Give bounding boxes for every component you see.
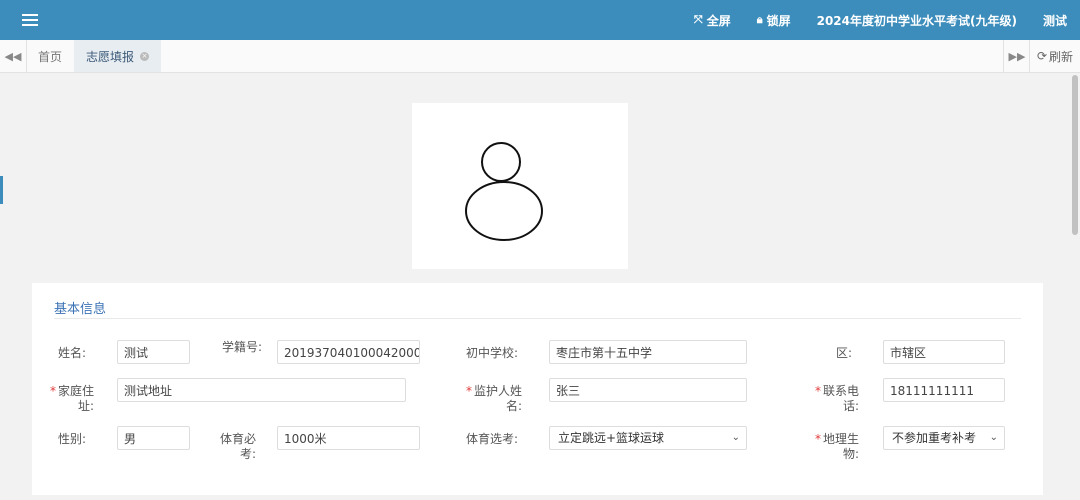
required-mark: * bbox=[814, 384, 821, 398]
address-label: * 家庭住址: bbox=[49, 384, 94, 413]
exam-title: 2024年度初中学业水平考试(九年级) bbox=[816, 13, 1017, 28]
side-indicator bbox=[0, 176, 3, 204]
geo-bio-select[interactable]: 不参加重考补考 ⌄ bbox=[883, 426, 1005, 450]
main-content: 基本信息 姓名: 测试 学籍号: 2019370401000420001 初中学… bbox=[0, 73, 1080, 500]
pe-elective-select[interactable]: 立定跳远+篮球运球 ⌄ bbox=[549, 426, 747, 450]
section-title: 基本信息 bbox=[54, 302, 107, 317]
fullscreen-button[interactable]: ⤧ 全屏 bbox=[681, 12, 744, 29]
top-nav: ⤧ 全屏 🔒︎ 锁屏 2024年度初中学业水平考试(九年级) 测试 bbox=[681, 0, 1080, 40]
gender-input[interactable]: 男 bbox=[117, 426, 190, 450]
chevron-down-icon: ⌄ bbox=[731, 432, 740, 443]
user-menu[interactable]: 测试 bbox=[1030, 12, 1080, 29]
phone-input[interactable]: 18111111111 bbox=[883, 378, 1005, 402]
geo-bio-label: * 地理生物: bbox=[814, 432, 859, 461]
tab-scroll-left-icon[interactable]: ◀◀ bbox=[0, 40, 27, 72]
school-input[interactable]: 枣庄市第十五中学 bbox=[549, 340, 747, 364]
pe-elective-label: 体育选考: bbox=[465, 432, 518, 446]
required-mark: * bbox=[49, 384, 56, 398]
address-input[interactable]: 测试地址 bbox=[117, 378, 406, 402]
gender-label: 性别: bbox=[57, 432, 86, 446]
basic-info-card: 基本信息 姓名: 测试 学籍号: 2019370401000420001 初中学… bbox=[32, 283, 1043, 495]
lock-icon: 🔒︎ bbox=[756, 13, 763, 26]
guardian-input[interactable]: 张三 bbox=[549, 378, 747, 402]
tab-scroll-right-icon[interactable]: ▶▶ bbox=[1003, 40, 1030, 72]
chevron-down-icon: ⌄ bbox=[989, 432, 998, 443]
scrollbar-thumb[interactable] bbox=[1072, 75, 1078, 235]
lock-screen-button[interactable]: 🔒︎ 锁屏 bbox=[744, 12, 804, 29]
phone-label: * 联系电话: bbox=[814, 384, 859, 413]
fullscreen-label: 全屏 bbox=[706, 13, 731, 28]
tab-home[interactable]: 首页 bbox=[26, 40, 74, 72]
section-divider bbox=[54, 318, 1021, 319]
refresh-button[interactable]: ⟳ 刷新 bbox=[1029, 40, 1080, 72]
pe-required-label: 体育必考: bbox=[219, 432, 256, 461]
district-label: 区: bbox=[835, 346, 852, 360]
student-id-input[interactable]: 2019370401000420001 bbox=[277, 340, 420, 364]
name-label: 姓名: bbox=[57, 346, 86, 360]
pe-required-input[interactable]: 1000米 bbox=[277, 426, 420, 450]
tab-volunteer[interactable]: 志愿填报 × bbox=[74, 40, 162, 72]
district-input[interactable]: 市辖区 bbox=[883, 340, 1005, 364]
refresh-icon: ⟳ bbox=[1036, 49, 1048, 63]
top-header: ⤧ 全屏 🔒︎ 锁屏 2024年度初中学业水平考试(九年级) 测试 bbox=[0, 0, 1080, 40]
name-input[interactable]: 测试 bbox=[117, 340, 190, 364]
vertical-scrollbar[interactable] bbox=[1070, 73, 1080, 500]
avatar-photo[interactable] bbox=[412, 103, 628, 269]
lock-label: 锁屏 bbox=[766, 13, 791, 28]
menu-toggle-icon[interactable] bbox=[18, 11, 42, 29]
guardian-label: * 监护人姓名: bbox=[465, 384, 522, 413]
school-label: 初中学校: bbox=[465, 346, 518, 360]
required-mark: * bbox=[465, 384, 472, 398]
tabs-bar: ◀◀ 首页 志愿填报 × ▶▶ ⟳ 刷新 bbox=[0, 40, 1080, 73]
student-id-label: 学籍号: bbox=[221, 340, 262, 354]
person-icon bbox=[465, 142, 543, 241]
expand-icon: ⤧ bbox=[693, 13, 703, 26]
tab-close-icon[interactable]: × bbox=[140, 51, 150, 61]
required-mark: * bbox=[814, 432, 821, 446]
